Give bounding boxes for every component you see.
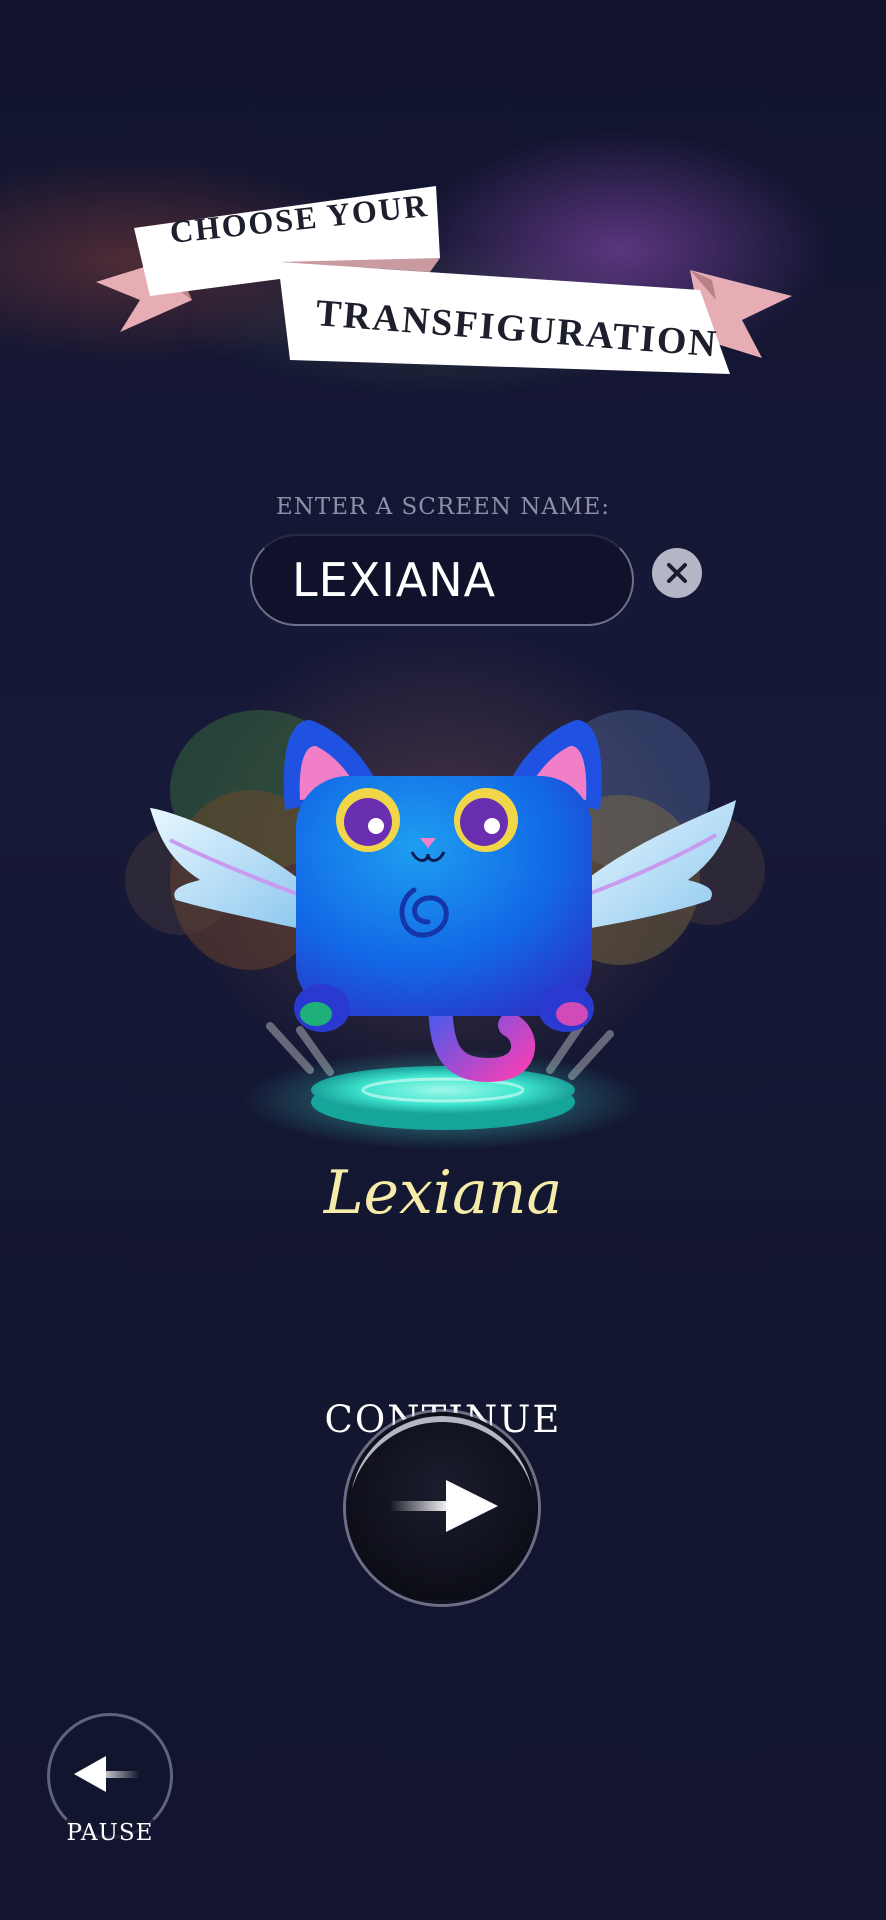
character-display[interactable] [110,690,776,1160]
character-name: Lexiana [323,1158,563,1228]
clear-name-button[interactable] [652,548,702,598]
arrow-left-icon [74,1756,140,1792]
arrow-right-icon [390,1480,498,1532]
screen-name-input[interactable]: LEXIANA [250,534,634,626]
screen-name-label: ENTER A SCREEN NAME: [275,494,611,520]
close-x-icon [667,563,687,583]
pause-label: PAUSE [66,1820,154,1846]
title-banner: CHOOSE YOUR TRANSFIGURATION [0,0,886,420]
continue-button[interactable] [346,1412,538,1604]
